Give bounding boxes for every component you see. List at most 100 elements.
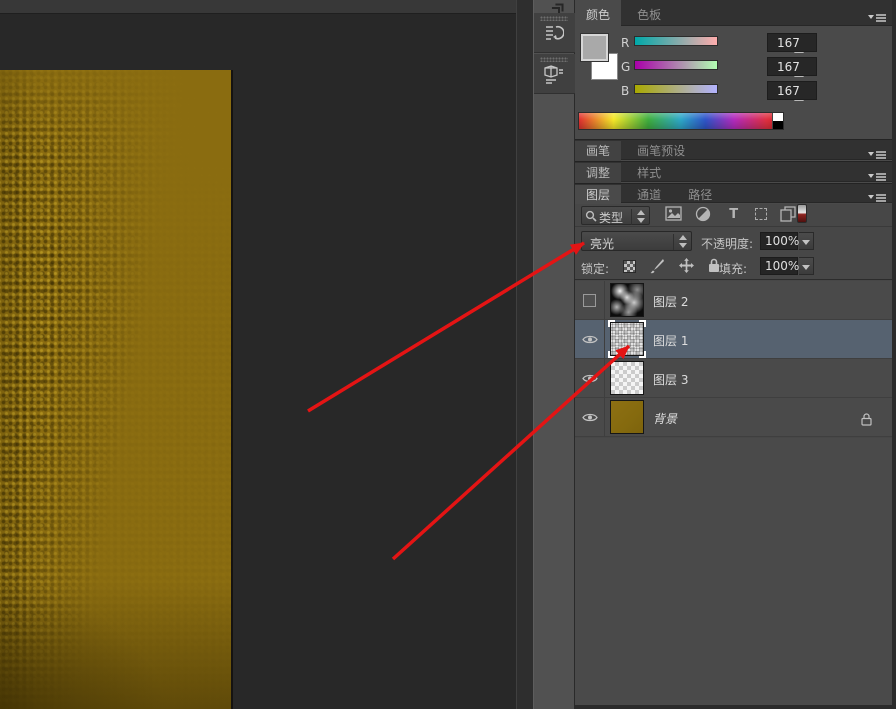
blue-channel-slider[interactable] xyxy=(634,84,718,94)
visibility-toggle[interactable] xyxy=(575,359,605,398)
updown-arrows-icon xyxy=(677,235,688,248)
tab-brush-presets[interactable]: 画笔预设 xyxy=(626,141,696,162)
photoshop-window: 颜色 色板 R 167 G 167 B xyxy=(0,0,896,709)
dock-gap xyxy=(516,0,533,709)
filter-pixel-layers-icon[interactable] xyxy=(665,206,682,223)
blend-mode-row: 亮光 不透明度: 100% xyxy=(575,228,896,254)
window-right-edge xyxy=(892,0,896,709)
window-top-strip xyxy=(0,0,533,14)
brush-panel-tabbar: 画笔 画笔预设 xyxy=(575,139,896,160)
opacity-value-field[interactable]: 100% xyxy=(760,232,798,250)
panel-menu-icon[interactable] xyxy=(868,8,886,18)
selection-corner xyxy=(639,320,646,327)
eye-icon xyxy=(582,412,598,423)
layers-panel: 类型 T xyxy=(575,204,896,705)
visibility-toggle[interactable] xyxy=(575,320,605,359)
green-channel-slider[interactable] xyxy=(634,60,718,70)
layer-name[interactable]: 图层 3 xyxy=(653,371,688,388)
threed-panel-button[interactable] xyxy=(534,54,575,94)
tab-swatches[interactable]: 色板 xyxy=(626,0,672,26)
layer-row-3[interactable]: 图层 3 xyxy=(575,359,896,398)
blue-value-field[interactable]: 167 xyxy=(767,81,817,100)
fill-label: 填充: xyxy=(719,260,747,277)
lock-row: 锁定: 填充: 100% xyxy=(575,254,896,280)
lock-transparency-icon[interactable] xyxy=(623,260,636,273)
color-panel: R 167 G 167 B 167 xyxy=(575,27,896,138)
green-channel-label: G xyxy=(621,60,630,74)
document-canvas[interactable] xyxy=(0,70,233,709)
blend-mode-select[interactable]: 亮光 xyxy=(581,231,692,251)
filter-adjustment-layers-icon[interactable] xyxy=(695,206,712,223)
layer-lock-icon xyxy=(861,411,872,430)
red-channel-slider[interactable] xyxy=(634,36,718,46)
panel-menu-icon[interactable] xyxy=(868,188,886,198)
selection-corner xyxy=(608,320,615,327)
filter-smart-object-icon[interactable] xyxy=(780,206,797,223)
filter-kind-select[interactable]: 类型 xyxy=(581,206,650,225)
lock-pixels-brush-icon[interactable] xyxy=(650,258,665,278)
filter-icon-group: T xyxy=(665,206,805,225)
dock-drag-handle[interactable] xyxy=(540,57,568,62)
history-icon xyxy=(544,24,564,42)
filter-kind-label: 类型 xyxy=(599,209,623,226)
dock-drag-handle[interactable] xyxy=(540,16,568,21)
filter-type-layers-icon[interactable]: T xyxy=(725,206,742,223)
selection-corner xyxy=(608,351,615,358)
layer-name[interactable]: 图层 1 xyxy=(653,332,688,349)
visibility-toggle[interactable] xyxy=(575,398,605,437)
layer-list: 图层 2 图层 1 xyxy=(575,281,896,437)
green-value-field[interactable]: 167 xyxy=(767,57,817,76)
divider xyxy=(631,209,632,225)
red-value-field[interactable]: 167 xyxy=(767,33,817,52)
black-chip[interactable] xyxy=(772,121,783,129)
layer-2-thumbnail[interactable] xyxy=(610,283,644,317)
foreground-color-swatch[interactable] xyxy=(581,34,608,61)
tab-layers[interactable]: 图层 xyxy=(575,185,621,205)
blend-mode-value: 亮光 xyxy=(590,235,614,252)
lock-label: 锁定: xyxy=(581,260,609,277)
eye-icon xyxy=(582,334,598,345)
filter-shape-layers-icon[interactable] xyxy=(755,208,767,220)
panel-menu-icon[interactable] xyxy=(868,167,886,177)
expand-dock-icon[interactable] xyxy=(548,0,570,13)
color-spectrum-ramp[interactable] xyxy=(578,112,784,130)
panel-menu-icon[interactable] xyxy=(868,145,886,155)
visibility-toggle[interactable] xyxy=(575,281,605,320)
layer-1-thumbnail[interactable] xyxy=(610,322,644,356)
layer-name[interactable]: 背景 xyxy=(653,410,677,427)
filter-toggle-switch[interactable] xyxy=(797,204,807,223)
layer-filter-row: 类型 T xyxy=(575,204,896,227)
layer-list-empty-area xyxy=(575,438,896,705)
tab-color[interactable]: 颜色 xyxy=(575,0,621,26)
layer-row-1-selected[interactable]: 图层 1 xyxy=(575,320,896,359)
opacity-label: 不透明度: xyxy=(701,235,753,252)
color-panel-tabbar: 颜色 色板 xyxy=(575,0,896,26)
eye-icon xyxy=(582,373,598,384)
layer-row-background[interactable]: 背景 xyxy=(575,398,896,437)
tab-channels[interactable]: 通道 xyxy=(626,185,672,205)
tab-paths[interactable]: 路径 xyxy=(677,185,723,205)
selection-corner xyxy=(639,351,646,358)
layer-3-thumbnail[interactable] xyxy=(610,361,644,395)
layer-name[interactable]: 图层 2 xyxy=(653,293,688,310)
layers-panel-tabbar: 图层 通道 路径 xyxy=(575,183,896,203)
canvas-vignette xyxy=(0,70,231,709)
panel-bottom-edge xyxy=(575,705,896,709)
adjustments-panel-tabbar: 调整 样式 xyxy=(575,161,896,182)
tab-styles[interactable]: 样式 xyxy=(626,163,672,184)
opacity-dropdown-button[interactable] xyxy=(799,232,814,250)
search-icon xyxy=(585,210,597,222)
history-panel-button[interactable] xyxy=(534,13,575,53)
tab-adjustments[interactable]: 调整 xyxy=(575,163,621,184)
background-layer-thumbnail[interactable] xyxy=(610,400,644,434)
3d-panel-icon xyxy=(544,65,564,84)
fill-dropdown-button[interactable] xyxy=(799,257,814,275)
tab-brush[interactable]: 画笔 xyxy=(575,141,621,162)
blue-channel-label: B xyxy=(621,84,629,98)
layer-row-2[interactable]: 图层 2 xyxy=(575,281,896,320)
fill-value-field[interactable]: 100% xyxy=(760,257,798,275)
red-channel-row: R 167 xyxy=(621,33,896,55)
lock-position-icon[interactable] xyxy=(679,258,694,277)
lock-icon-group xyxy=(623,258,729,278)
red-channel-label: R xyxy=(621,36,629,50)
